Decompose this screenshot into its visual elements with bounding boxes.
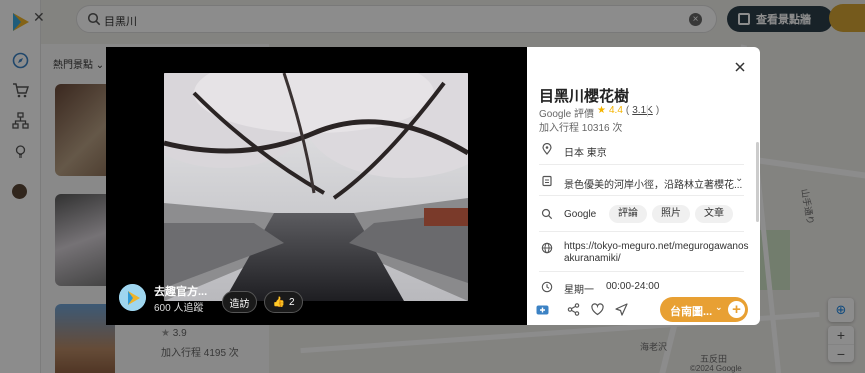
add-to-trip-button[interactable]: 台南圖... ⌄ +	[660, 297, 748, 322]
navigate-icon[interactable]	[615, 303, 628, 316]
trip-name: 台南圖...	[670, 306, 713, 318]
hours-time: 00:00-24:00	[606, 281, 660, 292]
added-count: 加入行程 10316 次	[539, 123, 623, 134]
close-icon[interactable]	[734, 61, 746, 73]
photo-viewer: 去趣官方... 600 人追蹤 造訪 👍 2	[106, 47, 527, 325]
plus-icon[interactable]: +	[726, 299, 747, 320]
visit-label: 造訪	[229, 298, 250, 310]
visit-button[interactable]: 造訪	[222, 291, 257, 313]
like-button[interactable]: 👍 2	[264, 291, 303, 313]
map-pin-icon	[542, 143, 552, 155]
scrollbar[interactable]	[756, 142, 759, 222]
location-text: 日本 東京	[564, 148, 607, 159]
place-title: 目黑川櫻花樹	[539, 88, 630, 105]
photos-chip[interactable]: 照片	[652, 205, 690, 223]
add-photo-icon[interactable]	[536, 303, 549, 316]
globe-icon	[541, 242, 553, 254]
location-row: 日本 東京	[539, 135, 744, 164]
place-rating: Google 評價 ★ 4.4 (3.1K)	[539, 105, 659, 120]
chevron-down-icon[interactable]: ⌄	[735, 173, 743, 184]
rating-count-link[interactable]: 3.1K	[632, 105, 653, 120]
like-count: 2	[288, 296, 295, 308]
star-icon: ★	[597, 105, 606, 116]
owner-name[interactable]: 去趣官方...	[154, 283, 207, 299]
heart-icon[interactable]	[591, 303, 604, 316]
articles-chip[interactable]: 文章	[695, 205, 733, 223]
rating-source: Google 評價	[539, 109, 595, 120]
paren-open: (	[625, 105, 630, 116]
description-text: 景色優美的河岸小徑，沿路林立著櫻花...	[564, 180, 743, 191]
document-icon	[542, 175, 552, 187]
clock-icon	[541, 281, 553, 293]
thumbs-up-icon: 👍	[272, 296, 285, 308]
website-link[interactable]: https://tokyo-meguro.net/megurogawanos	[564, 241, 749, 252]
divider	[647, 105, 648, 117]
hours-row: 星期一 00:00-24:00	[539, 271, 744, 297]
paren-close: )	[655, 105, 660, 116]
google-search-row: Google 評論 照片 文章	[539, 195, 744, 231]
description-row[interactable]: 景色優美的河岸小徑，沿路林立著櫻花... ⌄	[539, 164, 744, 195]
owner-avatar[interactable]	[119, 284, 146, 311]
hours-day: 星期一	[564, 285, 594, 296]
place-info-panel: 目黑川櫻花樹 Google 評價 ★ 4.4 (3.1K) 加入行程 10316 …	[527, 47, 760, 325]
chevron-down-icon[interactable]: ⌄	[715, 302, 723, 313]
spot-photo[interactable]	[164, 73, 468, 301]
share-icon[interactable]	[567, 303, 580, 316]
website-link-cont[interactable]: akuranamiki/	[564, 253, 621, 264]
reviews-chip[interactable]: 評論	[609, 205, 647, 223]
website-row: https://tokyo-meguro.net/megurogawanos a…	[539, 231, 749, 271]
google-label: Google	[564, 209, 597, 220]
search-icon	[541, 208, 553, 220]
rating-value: 4.4	[609, 105, 623, 116]
owner-followers: 600 人追蹤	[154, 303, 204, 314]
